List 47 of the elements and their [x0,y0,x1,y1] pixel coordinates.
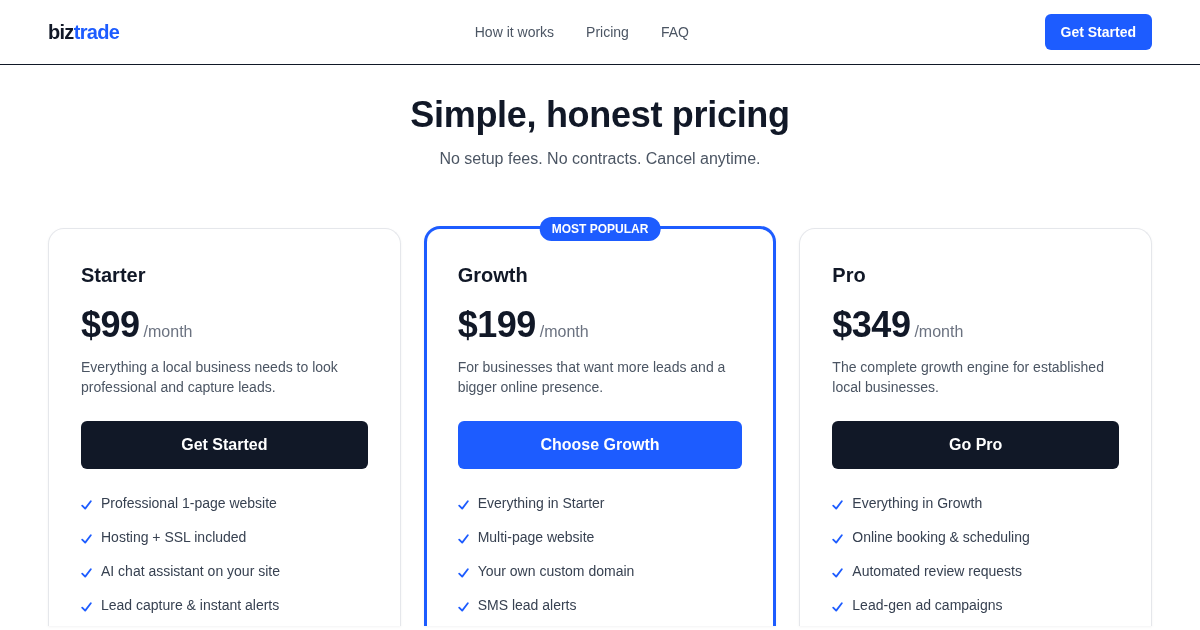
check-icon [832,534,844,544]
nav-link[interactable]: How it works [474,24,555,40]
plan-price: $199 [457,305,536,345]
plan-cta-button[interactable]: Get Started [81,421,368,469]
plan-name: Growth [457,263,529,288]
feature-text: Professional 1-page website [101,494,277,513]
plan-price: $99 [81,305,140,345]
plan-description: The complete growth engine for established local businesses. [832,358,1105,397]
logo[interactable]: biztrade [48,20,120,44]
feature-text: Multi-page website [477,528,595,547]
check-icon [81,500,92,510]
plan-description: Everything a local business needs to look professional and capture leads. [81,358,339,397]
plan-price: $349 [832,305,911,345]
feature-text: Online booking & scheduling [852,528,1030,547]
feature-text: SMS lead alerts [477,596,577,615]
check-icon [832,602,844,612]
feature-text: Automated review requests [852,562,1022,581]
nav-link[interactable]: Pricing [586,24,629,40]
check-icon [457,500,469,510]
check-icon [832,568,844,578]
price-period: /month [539,323,589,341]
plan-cta-button[interactable]: Choose Growth [457,421,743,469]
page-title: Simple, honest pricing [409,93,791,137]
check-icon [457,602,469,612]
check-icon [81,602,92,612]
check-icon [81,568,92,578]
plan-name: Starter [81,263,147,288]
popular-badge: MOST POPULAR [539,217,661,241]
check-icon [832,500,844,510]
page-subtitle: No setup fees. No contracts. Cancel anytime. [438,149,762,169]
check-icon [457,568,469,578]
plan-description: For businesses that want more leads and a bigger online presence. [457,358,727,397]
feature-text: AI chat assistant on your site [101,562,280,581]
feature-text: Everything in Starter [477,494,605,513]
plan-name: Pro [832,263,867,288]
get-started-button[interactable]: Get Started [1044,14,1152,50]
check-icon [457,534,469,544]
price-period: /month [914,323,964,341]
price-period: /month [143,323,193,341]
check-icon [81,534,92,544]
feature-text: Everything in Growth [852,494,983,513]
feature-text: Lead capture & instant alerts [101,596,280,615]
feature-text: Hosting + SSL included [101,528,247,547]
feature-text: Your own custom domain [477,562,635,581]
feature-text: Lead-gen ad campaigns [852,596,1003,615]
nav-link[interactable]: FAQ [660,24,689,40]
plan-cta-button[interactable]: Go Pro [832,421,1119,469]
